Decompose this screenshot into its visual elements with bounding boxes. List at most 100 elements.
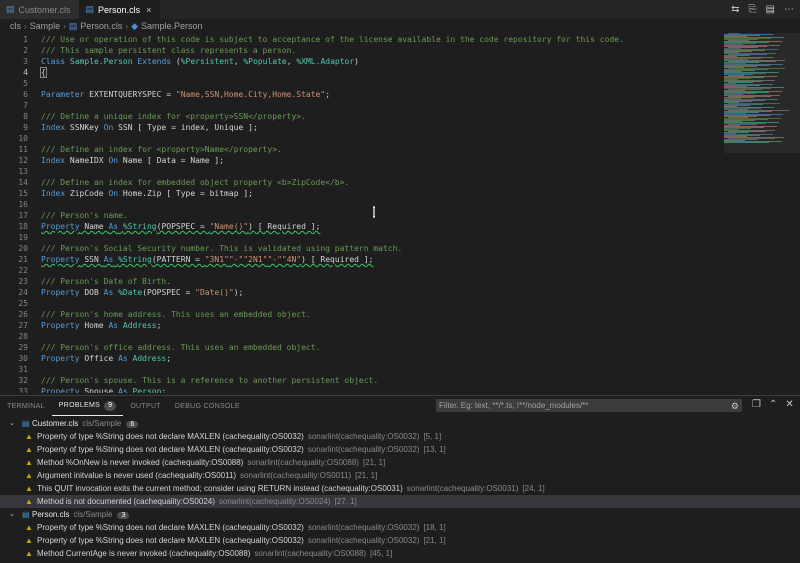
problem-row[interactable]: ▲ Method CurrentAge is never invoked (cac… (0, 547, 800, 560)
tab-problems[interactable]: PROBLEMS 9 (51, 396, 124, 416)
tab-customer-cls[interactable]: ▤ Customer.cls (0, 0, 80, 19)
problem-row[interactable]: ▲ Property of type %String does not decla… (0, 443, 800, 456)
code-text: /// This sample persistent class represe… (41, 46, 297, 55)
line-number: 17 (18, 211, 28, 220)
code-text: Index ZipCode On Home.Zip [ Type = bitma… (41, 189, 253, 198)
breadcrumb-item[interactable]: Sample (30, 21, 61, 31)
chevron-down-icon[interactable]: ⌄ (9, 417, 15, 430)
split-editor-icon[interactable]: ▤ (766, 4, 775, 15)
code-line[interactable]: 14 /// Define an index for embedded objec… (0, 177, 722, 188)
compare-icon[interactable]: ⇆ (731, 4, 739, 15)
code-text: /// Define an index for <property>Name</… (41, 145, 282, 154)
maximize-panel-icon[interactable]: ⌃ (769, 399, 777, 410)
tab-label: Customer.cls (18, 4, 71, 15)
line-number: 29 (18, 343, 28, 352)
chevron-down-icon[interactable]: ⌄ (9, 508, 15, 521)
filter-icon[interactable]: ⚙ (731, 400, 739, 413)
problem-row[interactable]: ▲ Property of type %String does not decla… (0, 430, 800, 443)
line-number: 23 (18, 277, 28, 286)
collapse-all-icon[interactable]: ❐ (752, 399, 761, 410)
code-line[interactable]: 22 (0, 265, 722, 276)
problem-message: Property of type %String does not declar… (37, 443, 446, 456)
breadcrumb-item[interactable]: cls (10, 21, 21, 31)
code-line[interactable]: 25 (0, 298, 722, 309)
problem-position: [21, 1] (355, 471, 378, 480)
file-icon: ▤ (22, 510, 30, 519)
code-text: /// Define a unique index for <property>… (41, 112, 306, 121)
problem-row[interactable]: ▲ Property of type %String does not decla… (0, 521, 800, 534)
problem-row[interactable]: ▲ Method is not documented (cachequality:… (0, 495, 800, 508)
panel-tabs: TERMINAL PROBLEMS 9 OUTPUT DEBUG CONSOLE (0, 396, 247, 416)
code-line[interactable]: 6 Parameter EXTENTQUERYSPEC = "Name,SSN,H… (0, 89, 722, 100)
problem-position: [5, 1] (423, 432, 442, 441)
code-editor[interactable]: 1 /// Use or operation of this code is su… (0, 33, 722, 393)
code-line[interactable]: 7 (0, 100, 722, 111)
code-line[interactable]: 3 Class Sample.Person Extends (%Persisten… (0, 56, 722, 67)
code-line[interactable]: 17 /// Person's name. (0, 210, 722, 221)
problem-row[interactable]: ▲ Argument initvalue is never used (cache… (0, 469, 800, 482)
tab-output[interactable]: OUTPUT (123, 396, 168, 416)
code-line[interactable]: 32 /// Person's spouse. This is a referen… (0, 375, 722, 386)
breadcrumb-item[interactable]: Sample.Person (141, 21, 203, 31)
line-number: 11 (18, 145, 28, 154)
code-line[interactable]: 24 Property DOB As %Date(POPSPEC = "Date(… (0, 287, 722, 298)
code-line[interactable]: 16 (0, 199, 722, 210)
minimap[interactable] (724, 33, 794, 153)
tab-person-cls[interactable]: ▤ Person.cls × (79, 0, 161, 19)
code-line[interactable]: 15 Index ZipCode On Home.Zip [ Type = bit… (0, 188, 722, 199)
code-line[interactable]: 31 (0, 364, 722, 375)
code-text: /// Use or operation of this code is sub… (41, 35, 624, 44)
code-line[interactable]: 11 /// Define an index for <property>Name… (0, 144, 722, 155)
code-line[interactable]: 4{ (0, 67, 722, 78)
problem-position: [21, 1] (362, 458, 386, 467)
code-line[interactable]: 23 /// Person's Date of Birth. (0, 276, 722, 287)
warning-icon: ▲ (25, 432, 33, 441)
problems-file-name: Person.cls cls/Sample 3 (32, 508, 130, 522)
close-icon[interactable]: × (146, 5, 151, 15)
code-line[interactable]: 20 /// Person's Social Security number. T… (0, 243, 722, 254)
code-text: /// Person's name. (41, 211, 128, 220)
line-number: 24 (18, 288, 28, 297)
line-number: 18 (18, 222, 28, 231)
problem-row[interactable]: ▲ Method %OnNew is never invoked (cachequ… (0, 456, 800, 469)
code-text: /// Person's spouse. This is a reference… (41, 376, 379, 385)
problem-row[interactable]: ▲ This QUIT invocation exits the current … (0, 482, 800, 495)
tab-debug-console[interactable]: DEBUG CONSOLE (168, 396, 247, 416)
code-line[interactable]: 19 (0, 232, 722, 243)
problems-file-group[interactable]: ⌄ ▤ Person.cls cls/Sample 3 (0, 508, 800, 521)
code-line[interactable]: 29 /// Person's office address. This uses… (0, 342, 722, 353)
file-dir: cls/Sample (82, 419, 122, 428)
more-actions-icon[interactable]: ⋯ (784, 4, 794, 15)
code-line[interactable]: 12 Index NameIDX On Name [ Data = Name ]; (0, 155, 722, 166)
code-line[interactable]: 9 Index SSNKey On SSN [ Type = index, Uni… (0, 122, 722, 133)
tab-terminal[interactable]: TERMINAL (0, 396, 52, 416)
breadcrumb-item[interactable]: Person.cls (80, 21, 122, 31)
code-line[interactable]: 8 /// Define a unique index for <property… (0, 111, 722, 122)
code-text: /// Person's home address. This uses an … (41, 310, 311, 319)
file-dir: cls/Sample (73, 510, 113, 519)
code-line[interactable]: 30 Property Office As Address; (0, 353, 722, 364)
code-line[interactable]: 1 /// Use or operation of this code is su… (0, 34, 722, 45)
close-panel-icon[interactable]: ✕ (785, 399, 793, 410)
problem-position: [24, 1] (522, 484, 545, 493)
code-line[interactable]: 28 (0, 331, 722, 342)
code-line[interactable]: 18 Property Name As %String(POPSPEC = "Na… (0, 221, 722, 232)
open-changes-icon[interactable]: ⎘ (749, 4, 757, 15)
line-number: 32 (18, 376, 28, 385)
code-line[interactable]: 33 Property Spouse As Person; (0, 386, 722, 393)
code-line[interactable]: 10 (0, 133, 722, 144)
problem-source: sonarlint(cachequality:OS0032) (307, 536, 420, 545)
problems-file-group[interactable]: ⌄ ▤ Customer.cls cls/Sample 6 (0, 417, 800, 430)
code-line[interactable]: 5 (0, 78, 722, 89)
line-number: 10 (18, 134, 28, 143)
code-line[interactable]: 27 Property Home As Address; (0, 320, 722, 331)
code-line[interactable]: 2 /// This sample persistent class repres… (0, 45, 722, 56)
problems-filter-input[interactable]: Filter. Eg: text, **/*.ts, !**/node_modu… (436, 399, 742, 412)
code-text: /// Person's Social Security number. Thi… (41, 244, 403, 253)
code-text: /// Person's Date of Birth. (41, 277, 172, 286)
code-text: Class Sample.Person Extends (%Persistent… (41, 57, 359, 66)
code-line[interactable]: 13 (0, 166, 722, 177)
code-line[interactable]: 21 Property SSN As %String(PATTERN = "3N1… (0, 254, 722, 265)
code-line[interactable]: 26 /// Person's home address. This uses a… (0, 309, 722, 320)
problem-row[interactable]: ▲ Property of type %String does not decla… (0, 534, 800, 547)
